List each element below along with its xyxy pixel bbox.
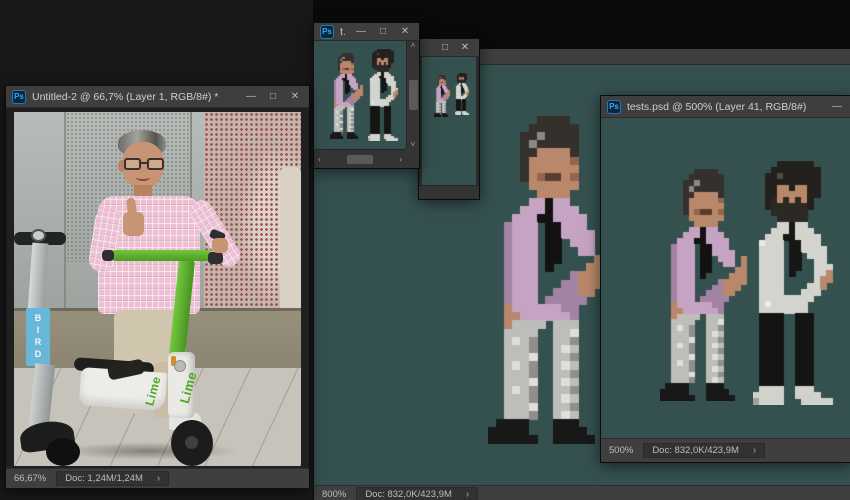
- photoshop-workspace: 800% Doc: 832,0K/423,9M › □ ✕ Ps t... — …: [0, 0, 850, 500]
- maximize-icon[interactable]: □: [375, 26, 391, 37]
- chevron-right-icon[interactable]: ›: [466, 489, 469, 500]
- pixel-art-beard-character-tiny: [455, 73, 472, 115]
- doc-size-text: Doc: 832,0K/423,9M: [652, 445, 739, 456]
- small-window-canvas[interactable]: [314, 41, 406, 149]
- photoshop-file-icon: Ps: [607, 100, 621, 114]
- doc-size-field[interactable]: Doc: 832,0K/423,9M ›: [356, 487, 478, 500]
- background-window-statusbar: 800% Doc: 832,0K/423,9M ›: [314, 485, 850, 500]
- scrollbar-thumb[interactable]: [347, 155, 373, 164]
- scroll-left-icon[interactable]: ‹: [318, 154, 321, 164]
- maximize-icon[interactable]: □: [437, 42, 453, 53]
- photoshop-file-icon: Ps: [320, 25, 334, 39]
- scroll-up-icon[interactable]: ˄: [411, 41, 416, 50]
- bird-label: BIRD: [33, 313, 43, 361]
- glasses-left-lens: [124, 158, 141, 170]
- lime-handlebar-grip-left: [102, 250, 114, 261]
- pixel-art-suit-character-small: [330, 53, 365, 139]
- chevron-right-icon[interactable]: ›: [753, 445, 756, 456]
- floating-window-tests-small: Ps t... — □ ✕ ˄ ˅ ‹ ›: [313, 22, 420, 169]
- floating-window-tests-500: Ps tests.psd @ 500% (Layer 41, RGB/8#) —…: [600, 95, 850, 463]
- mid-window-titlebar[interactable]: □ ✕: [419, 39, 479, 57]
- close-icon[interactable]: ✕: [287, 91, 303, 102]
- zoom-level-field[interactable]: 500%: [609, 445, 633, 456]
- wall-light-patch: [280, 167, 301, 317]
- doc-size-text: Doc: 1,24M/1,24M: [65, 473, 143, 484]
- zoom-level-field[interactable]: 66,67%: [14, 473, 46, 484]
- small-window-titlebar[interactable]: Ps t... — □ ✕: [314, 23, 419, 41]
- window-title: tests.psd @ 500% (Layer 41, RGB/8#): [627, 101, 823, 113]
- chevron-right-icon[interactable]: ›: [157, 473, 160, 484]
- close-icon[interactable]: ✕: [457, 42, 473, 53]
- pixel-art-suit-character-medium: [660, 169, 753, 401]
- vertical-scrollbar[interactable]: ˄ ˅: [406, 41, 419, 149]
- untitled-window-canvas[interactable]: BIRD: [6, 108, 309, 468]
- man-smile: [136, 174, 150, 181]
- lime-handlebar-grip-right: [208, 252, 223, 264]
- pixel-art-suit-character-tiny: [434, 75, 451, 117]
- scrollbar-thumb[interactable]: [409, 80, 418, 110]
- window-title: Untitled-2 @ 66,7% (Layer 1, RGB/8#) *: [32, 91, 237, 103]
- scroll-down-icon[interactable]: ˅: [411, 140, 416, 149]
- man-hand-on-handlebar: [212, 238, 228, 253]
- photo-of-man-with-scooters: BIRD: [14, 112, 301, 466]
- mid-window-scrollbar[interactable]: [419, 185, 479, 199]
- bird-scooter-wheel: [46, 438, 80, 466]
- lime-scooter-handlebar: [110, 250, 212, 261]
- untitled-window-statusbar: 66,67% Doc: 1,24M/1,24M ›: [6, 468, 309, 488]
- tests500-window-statusbar: 500% Doc: 832,0K/423,9M ›: [601, 438, 850, 462]
- doc-size-text: Doc: 832,0K/423,9M: [365, 489, 452, 500]
- minimize-icon[interactable]: —: [243, 91, 259, 102]
- scrollbar-corner: [406, 149, 419, 168]
- lime-wheel-hub: [185, 436, 198, 449]
- doc-size-field[interactable]: Doc: 1,24M/1,24M ›: [56, 471, 169, 486]
- close-icon[interactable]: ✕: [397, 26, 413, 37]
- minimize-icon[interactable]: —: [829, 101, 845, 112]
- bird-scooter-sticker: BIRD: [26, 308, 50, 366]
- photoshop-file-icon: Ps: [12, 90, 26, 104]
- pixel-art-beard-character-medium: [753, 161, 850, 405]
- thumbs-up-fist: [123, 212, 144, 236]
- window-title: t...: [340, 26, 345, 38]
- scroll-right-icon[interactable]: ›: [399, 154, 402, 164]
- glasses-bridge: [140, 162, 148, 164]
- pixel-art-beard-character-small: [368, 49, 405, 141]
- minimize-icon[interactable]: —: [353, 26, 369, 37]
- mid-window-canvas[interactable]: [422, 57, 476, 185]
- tests500-window-titlebar[interactable]: Ps tests.psd @ 500% (Layer 41, RGB/8#) —: [601, 96, 850, 118]
- floating-window-untitled: Ps Untitled-2 @ 66,7% (Layer 1, RGB/8#) …: [5, 85, 310, 489]
- doc-size-field[interactable]: Doc: 832,0K/423,9M ›: [643, 443, 765, 458]
- untitled-window-titlebar[interactable]: Ps Untitled-2 @ 66,7% (Layer 1, RGB/8#) …: [6, 86, 309, 108]
- horizontal-scrollbar[interactable]: ‹ ›: [314, 149, 406, 168]
- glasses-right-lens: [147, 158, 164, 170]
- floating-window-tests-mid: □ ✕: [418, 38, 480, 200]
- bird-scooter-headlight: [31, 229, 46, 242]
- tests500-window-canvas[interactable]: [601, 118, 850, 438]
- zoom-level-field[interactable]: 800%: [322, 489, 346, 500]
- maximize-icon[interactable]: □: [265, 91, 281, 102]
